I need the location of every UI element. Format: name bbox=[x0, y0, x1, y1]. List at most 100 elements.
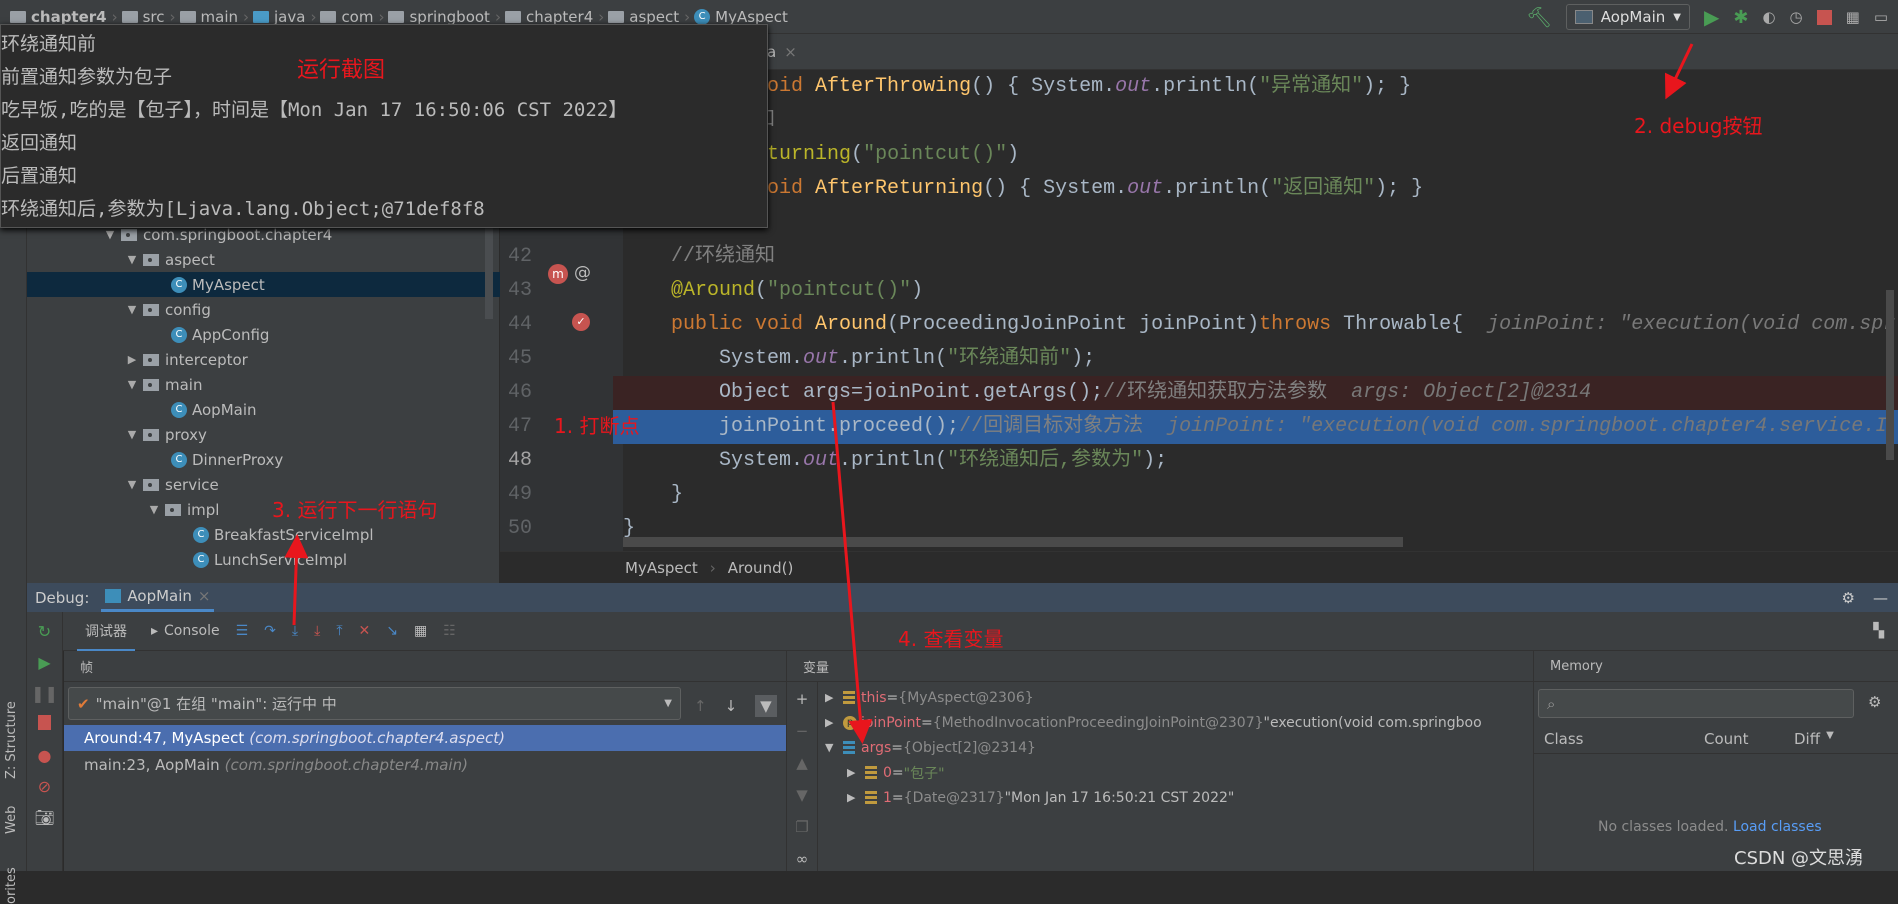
variable-row[interactable]: ▶ 0 = "包子" bbox=[847, 760, 945, 785]
vertical-scrollbar[interactable] bbox=[1886, 290, 1894, 460]
arrow-up-icon[interactable]: ↑ bbox=[694, 697, 707, 715]
drop-frame-icon[interactable]: ✕ bbox=[359, 623, 371, 639]
code-token: //环绕通知 bbox=[623, 245, 776, 268]
col-class[interactable]: Class bbox=[1544, 730, 1583, 748]
coverage-icon[interactable]: ◐ bbox=[1762, 8, 1775, 26]
run-config-select[interactable]: AopMain ▼ bbox=[1565, 4, 1690, 30]
stop-icon[interactable] bbox=[38, 715, 51, 734]
close-icon[interactable]: × bbox=[198, 587, 211, 605]
chevron-right-icon: › bbox=[684, 7, 691, 26]
tree-item[interactable]: C AopMain bbox=[27, 397, 500, 422]
terminal-icon[interactable]: ▭ bbox=[1874, 8, 1888, 26]
mute-breakpoints-icon[interactable]: ⊘ bbox=[38, 777, 51, 796]
profile-icon[interactable]: ◷ bbox=[1790, 8, 1803, 26]
expand-right-icon: ▶ bbox=[825, 691, 834, 704]
breadcrumb-item[interactable]: C MyAspect bbox=[694, 8, 788, 26]
breadcrumb-item[interactable]: src › bbox=[121, 8, 176, 26]
memory-search-input[interactable]: ⌕ bbox=[1538, 689, 1854, 718]
build-icon[interactable]: 🔨︎ bbox=[1526, 5, 1551, 29]
frame-row[interactable]: Around:47, MyAspect (com.springboot.chapt… bbox=[64, 725, 786, 751]
copy-icon[interactable]: ❐ bbox=[795, 818, 808, 836]
package-icon bbox=[143, 378, 159, 391]
breadcrumb-item[interactable]: aspect › bbox=[608, 8, 690, 26]
layout-icon[interactable]: ☰ bbox=[236, 623, 249, 639]
code-token: (ProceedingJoinPoint joinPoint) bbox=[887, 313, 1260, 336]
stop-icon[interactable] bbox=[1816, 9, 1832, 25]
filter-icon[interactable]: ▼ bbox=[755, 695, 777, 717]
arrow-down-icon[interactable]: ↓ bbox=[725, 697, 738, 715]
tab-debugger[interactable]: 调试器 bbox=[77, 611, 135, 652]
col-count[interactable]: Count bbox=[1704, 730, 1749, 748]
tree-item[interactable]: C LunchServiceImpl bbox=[27, 547, 500, 572]
tree-item[interactable]: C BreakfastServiceImpl bbox=[27, 522, 500, 547]
frame-row[interactable]: main:23, AopMain (com.springboot.chapter4… bbox=[64, 752, 786, 778]
side-tab-favorites[interactable]: orites bbox=[4, 867, 19, 904]
move-down-icon[interactable]: ▼ bbox=[796, 786, 808, 804]
step-over-icon[interactable]: ↷ bbox=[264, 623, 276, 639]
tree-item[interactable]: ▼ main bbox=[27, 372, 500, 397]
package-icon bbox=[165, 503, 181, 516]
view-breakpoints-icon[interactable]: ● bbox=[38, 746, 52, 765]
move-up-icon[interactable]: ▲ bbox=[796, 754, 808, 772]
breadcrumb-item[interactable]: chapter4 › bbox=[504, 8, 604, 26]
tab-console[interactable]: ▸ Console bbox=[151, 623, 220, 639]
line-number: 44 bbox=[508, 313, 533, 336]
breadcrumb-item[interactable]: com › bbox=[320, 8, 384, 26]
minimize-icon[interactable]: — bbox=[1873, 589, 1888, 607]
variable-row[interactable]: ▶ 1 = {Date@2317} "Mon Jan 17 16:50:21 CS… bbox=[847, 785, 1234, 810]
tree-item[interactable]: ▼ aspect bbox=[27, 247, 500, 272]
horizontal-scrollbar[interactable] bbox=[623, 537, 1403, 547]
folder-icon bbox=[388, 10, 405, 23]
variable-row[interactable]: ▶ this = {MyAspect@2306} bbox=[825, 685, 1034, 710]
project-structure-icon[interactable]: ▦ bbox=[1846, 8, 1860, 26]
gear-icon[interactable]: ⚙ bbox=[1842, 589, 1855, 607]
code-token: .println( bbox=[1163, 177, 1272, 200]
tree-item[interactable]: ▼ proxy bbox=[27, 422, 500, 447]
breadcrumb-item[interactable]: java › bbox=[253, 8, 316, 26]
step-out-icon[interactable]: ⤒ bbox=[336, 623, 342, 639]
breadcrumb-item[interactable]: chapter4 › bbox=[10, 8, 118, 26]
breadcrumb-class[interactable]: MyAspect bbox=[625, 559, 698, 577]
debug-actions: ↻ ▶ ❚❚ ● ⊘ 📷︎ bbox=[27, 612, 63, 871]
thread-select[interactable]: ✔ "main"@1 在组 "main": 运行中 中 ▼ bbox=[68, 687, 681, 720]
resume-icon[interactable]: ▶ bbox=[38, 653, 50, 672]
force-step-into-icon[interactable]: ⤓ bbox=[314, 623, 320, 639]
evaluate-icon[interactable]: ▦ bbox=[414, 623, 427, 639]
code-text: } bbox=[623, 478, 683, 512]
trace-icon[interactable]: ☷ bbox=[443, 623, 456, 639]
code-token: ( bbox=[851, 143, 864, 166]
tree-item[interactable]: ▶ interceptor bbox=[27, 347, 500, 372]
side-tab-structure[interactable]: Z: Structure bbox=[4, 701, 19, 779]
tree-item[interactable]: C DinnerProxy bbox=[27, 447, 500, 472]
code-token: public void bbox=[671, 313, 816, 336]
variable-row[interactable]: ▶ p joinPoint = {MethodInvocationProceedin… bbox=[825, 710, 1482, 735]
gear-icon[interactable]: ⚙ bbox=[1868, 693, 1881, 711]
camera-icon[interactable]: 📷︎ bbox=[34, 808, 54, 827]
restore-layout-icon[interactable]: ▚ bbox=[1873, 623, 1884, 639]
console-line: 环绕通知后,参数为[Ljava.lang.Object;@71def8f8 bbox=[1, 198, 485, 220]
debug-tab[interactable]: AopMain × bbox=[101, 583, 215, 612]
load-classes-link[interactable]: Load classes bbox=[1733, 819, 1822, 835]
variable-row[interactable]: ▼ args = {Object[2]@2314} bbox=[825, 735, 1036, 760]
code-token: "环绕通知后,参数为" bbox=[947, 449, 1144, 472]
col-diff[interactable]: Diff ▼ bbox=[1794, 730, 1834, 748]
glasses-icon[interactable]: ∞ bbox=[796, 850, 809, 868]
side-tab-web[interactable]: Web bbox=[4, 806, 19, 834]
breadcrumb-method[interactable]: Around() bbox=[728, 559, 794, 577]
run-to-cursor-icon[interactable]: ↘ bbox=[386, 623, 398, 639]
rerun-icon[interactable]: ↻ bbox=[38, 622, 51, 641]
tree-item[interactable]: C MyAspect bbox=[27, 272, 500, 297]
add-watch-icon[interactable]: + bbox=[796, 690, 809, 708]
breadcrumb-item[interactable]: springboot › bbox=[388, 8, 501, 26]
breadcrumb-item[interactable]: main › bbox=[179, 8, 249, 26]
chevron-down-icon: ▼ bbox=[1673, 11, 1681, 23]
run-icon[interactable]: ▶ bbox=[1704, 5, 1719, 29]
remove-watch-icon[interactable]: − bbox=[796, 722, 809, 740]
tree-item[interactable]: ▼ config bbox=[27, 297, 500, 322]
step-into-icon[interactable]: ⤓ bbox=[292, 623, 298, 639]
debug-icon[interactable]: ✱ bbox=[1733, 7, 1748, 28]
close-icon[interactable]: × bbox=[784, 43, 797, 61]
tree-item[interactable]: C AppConfig bbox=[27, 322, 500, 347]
pause-icon[interactable]: ❚❚ bbox=[31, 684, 58, 703]
code-token: out bbox=[803, 347, 840, 370]
